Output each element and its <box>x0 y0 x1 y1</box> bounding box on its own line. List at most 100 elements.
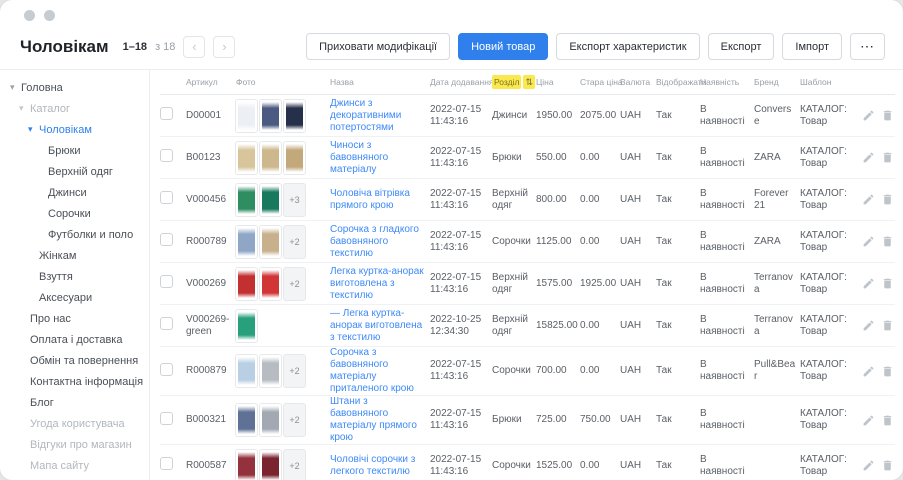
column-header-photo[interactable]: Фото <box>236 77 330 87</box>
sidebar-item[interactable]: Футболки и поло <box>0 224 149 245</box>
column-header-price[interactable]: Ціна <box>536 77 580 87</box>
product-photo[interactable] <box>260 100 281 132</box>
more-photos-badge[interactable]: +2 <box>284 226 305 258</box>
chevron-down-icon[interactable]: ▾ <box>19 103 30 114</box>
sidebar-item[interactable]: ▾Головна <box>0 77 149 98</box>
sidebar-item[interactable]: Аксесуари <box>0 287 149 308</box>
product-photo[interactable] <box>236 226 257 258</box>
product-photo[interactable] <box>236 268 257 300</box>
sidebar-item[interactable]: Блог <box>0 392 149 413</box>
delete-trash-icon[interactable] <box>881 235 894 248</box>
sidebar-item[interactable]: Взуття <box>0 266 149 287</box>
product-photo[interactable] <box>260 142 281 174</box>
pagination-next-button[interactable]: › <box>213 36 235 58</box>
product-photo[interactable] <box>236 404 257 436</box>
chevron-down-icon[interactable]: ▾ <box>10 82 21 93</box>
delete-trash-icon[interactable] <box>881 277 894 290</box>
row-checkbox[interactable] <box>160 457 173 470</box>
product-name-link[interactable]: Легка куртка-анорак виготовлена з тексти… <box>330 266 424 301</box>
delete-trash-icon[interactable] <box>881 319 894 332</box>
row-checkbox[interactable] <box>160 233 173 246</box>
edit-pencil-icon[interactable] <box>862 193 875 206</box>
sidebar-item[interactable]: Брюки <box>0 140 149 161</box>
column-header-oldprice[interactable]: Стара ціна <box>580 77 620 87</box>
sidebar-item[interactable]: Контактна інформація <box>0 371 149 392</box>
product-photo[interactable] <box>260 404 281 436</box>
hide-modifications-button[interactable]: Приховати модифікації <box>306 33 450 60</box>
delete-trash-icon[interactable] <box>881 414 894 427</box>
more-photos-badge[interactable]: +2 <box>284 404 305 436</box>
edit-pencil-icon[interactable] <box>862 277 875 290</box>
product-name-link[interactable]: Чоловічі сорочки з легкого текстилю <box>330 454 415 477</box>
product-name-link[interactable]: Джинси з декоративними потертостями <box>330 98 401 133</box>
sort-icon[interactable]: ⇅ <box>523 75 535 89</box>
column-header-date[interactable]: Дата додавання <box>430 77 492 87</box>
product-photo[interactable] <box>236 310 257 342</box>
sidebar-item[interactable]: Про нас <box>0 308 149 329</box>
column-header-sku[interactable]: Артикул <box>186 77 236 87</box>
sidebar-item[interactable]: Верхній одяг <box>0 161 149 182</box>
product-photo[interactable] <box>236 450 257 480</box>
edit-pencil-icon[interactable] <box>862 459 875 472</box>
product-photo[interactable] <box>260 184 281 216</box>
pagination-prev-button[interactable]: ‹ <box>183 36 205 58</box>
delete-trash-icon[interactable] <box>881 459 894 472</box>
more-photos-badge[interactable]: +2 <box>284 355 305 387</box>
delete-trash-icon[interactable] <box>881 151 894 164</box>
sidebar-item[interactable]: Угода користувача <box>0 413 149 434</box>
sidebar-item[interactable]: Оплата і доставка <box>0 329 149 350</box>
product-name-link[interactable]: Чоловіча вітрівка прямого крою <box>330 188 410 211</box>
sidebar-item[interactable]: Мапа сайту <box>0 455 149 476</box>
column-header-brand[interactable]: Бренд <box>754 77 800 87</box>
column-header-name[interactable]: Назва <box>330 77 430 87</box>
column-header-display[interactable]: Відображати <box>656 77 700 87</box>
row-checkbox[interactable] <box>160 275 173 288</box>
product-name-link[interactable]: Сорочка з гладкого бавовняного текстилю <box>330 224 419 259</box>
column-header-template[interactable]: Шаблон <box>800 77 860 87</box>
window-control-icon[interactable] <box>44 10 55 21</box>
more-photos-badge[interactable]: +2 <box>284 268 305 300</box>
chevron-down-icon[interactable]: ▾ <box>28 124 39 135</box>
product-photo[interactable] <box>284 100 305 132</box>
column-header-section[interactable]: Розділ⇅ <box>492 77 536 88</box>
column-header-currency[interactable]: Валюта <box>620 77 656 87</box>
row-checkbox[interactable] <box>160 363 173 376</box>
product-name-link[interactable]: Штани з бавовняного матеріалу прямого кр… <box>330 396 417 443</box>
row-checkbox[interactable] <box>160 191 173 204</box>
row-checkbox[interactable] <box>160 412 173 425</box>
product-photo[interactable] <box>236 355 257 387</box>
product-photo[interactable] <box>260 450 281 480</box>
product-photo[interactable] <box>236 100 257 132</box>
sidebar-item[interactable]: Обмін та повернення <box>0 350 149 371</box>
edit-pencil-icon[interactable] <box>862 319 875 332</box>
delete-trash-icon[interactable] <box>881 109 894 122</box>
sidebar-item[interactable]: Сорочки <box>0 203 149 224</box>
edit-pencil-icon[interactable] <box>862 235 875 248</box>
row-checkbox[interactable] <box>160 107 173 120</box>
product-name-link[interactable]: Чиноси з бавовняного матеріалу <box>330 140 388 175</box>
product-photo[interactable] <box>260 226 281 258</box>
more-photos-badge[interactable]: +3 <box>284 184 305 216</box>
delete-trash-icon[interactable] <box>881 193 894 206</box>
window-control-icon[interactable] <box>24 10 35 21</box>
sidebar-item[interactable]: ▾Каталог <box>0 98 149 119</box>
row-checkbox[interactable] <box>160 317 173 330</box>
edit-pencil-icon[interactable] <box>862 414 875 427</box>
export-button[interactable]: Експорт <box>708 33 775 60</box>
new-product-button[interactable]: Новий товар <box>458 33 548 60</box>
sidebar-item[interactable]: Відгуки про магазин <box>0 434 149 455</box>
product-photo[interactable] <box>236 142 257 174</box>
product-name-link[interactable]: — Легка куртка-анорак виготовлена з текс… <box>330 308 422 343</box>
more-actions-button[interactable]: ⋯ <box>850 33 885 60</box>
edit-pencil-icon[interactable] <box>862 109 875 122</box>
product-photo[interactable] <box>236 184 257 216</box>
delete-trash-icon[interactable] <box>881 365 894 378</box>
product-photo[interactable] <box>260 355 281 387</box>
edit-pencil-icon[interactable] <box>862 151 875 164</box>
product-photo[interactable] <box>284 142 305 174</box>
export-characteristics-button[interactable]: Експорт характеристик <box>556 33 699 60</box>
sidebar-item[interactable]: Джинси <box>0 182 149 203</box>
product-photo[interactable] <box>260 268 281 300</box>
sorted-column-label[interactable]: Розділ <box>492 75 521 89</box>
column-header-stock[interactable]: Наявність <box>700 77 754 87</box>
